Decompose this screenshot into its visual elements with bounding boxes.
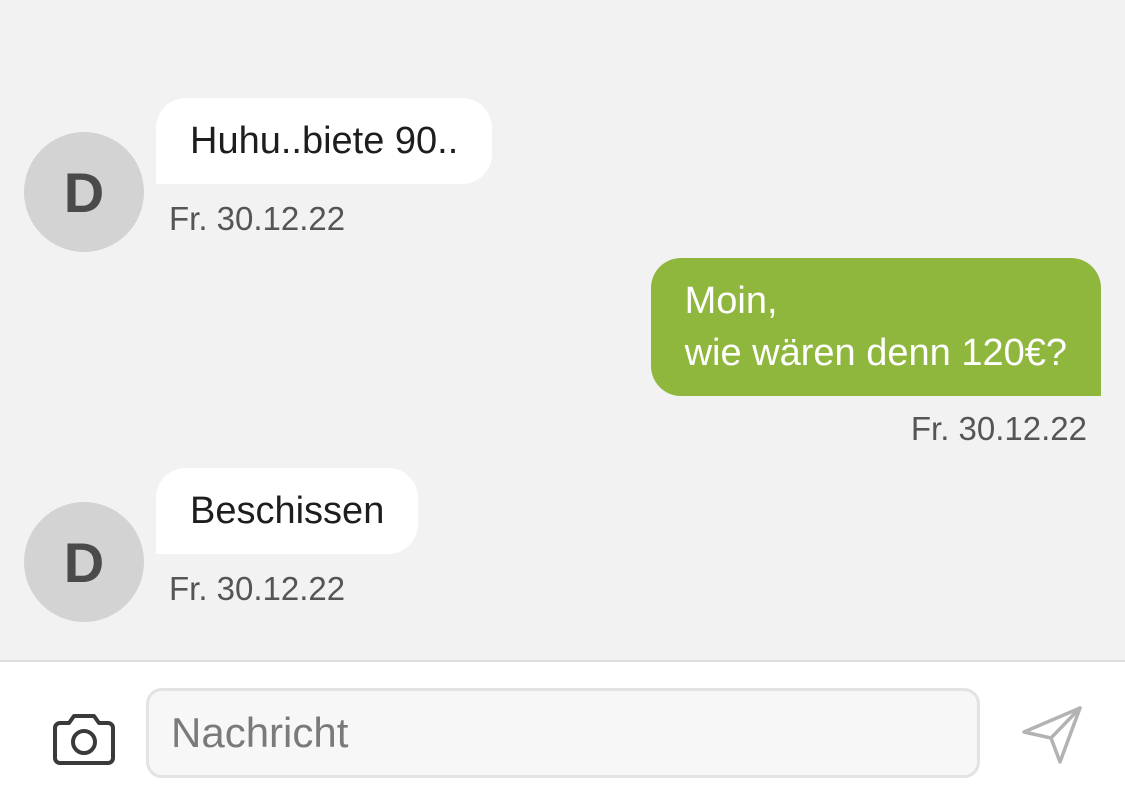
send-button[interactable]: [1020, 702, 1086, 768]
camera-button[interactable]: [52, 712, 116, 766]
send-icon: [1022, 706, 1082, 764]
message-text-line: Moin,: [684, 280, 778, 322]
message-bubble[interactable]: Huhu..biete 90..: [156, 98, 493, 184]
message-timestamp: Fr. 30.12.22: [169, 570, 346, 607]
message-input[interactable]: [146, 688, 980, 778]
message-bubble[interactable]: Beschissen: [156, 468, 419, 554]
message-list[interactable]: D Huhu..biete 90.. Fr. 30.12.22 Moin, wi…: [0, 0, 1125, 660]
avatar[interactable]: D: [24, 132, 144, 252]
message-timestamp: Fr. 30.12.22: [169, 200, 346, 237]
avatar[interactable]: D: [24, 502, 144, 622]
message-text: Beschissen: [190, 490, 385, 532]
message-composer: [0, 660, 1125, 803]
message-bubble[interactable]: Moin, wie wären denn 120€?: [650, 258, 1101, 396]
message-timestamp: Fr. 30.12.22: [910, 410, 1087, 447]
camera-icon: [53, 714, 115, 765]
chat-screen: D Huhu..biete 90.. Fr. 30.12.22 Moin, wi…: [0, 0, 1125, 803]
message-text: Huhu..biete 90..: [190, 120, 459, 162]
message-text-line: wie wären denn 120€?: [684, 332, 1067, 374]
